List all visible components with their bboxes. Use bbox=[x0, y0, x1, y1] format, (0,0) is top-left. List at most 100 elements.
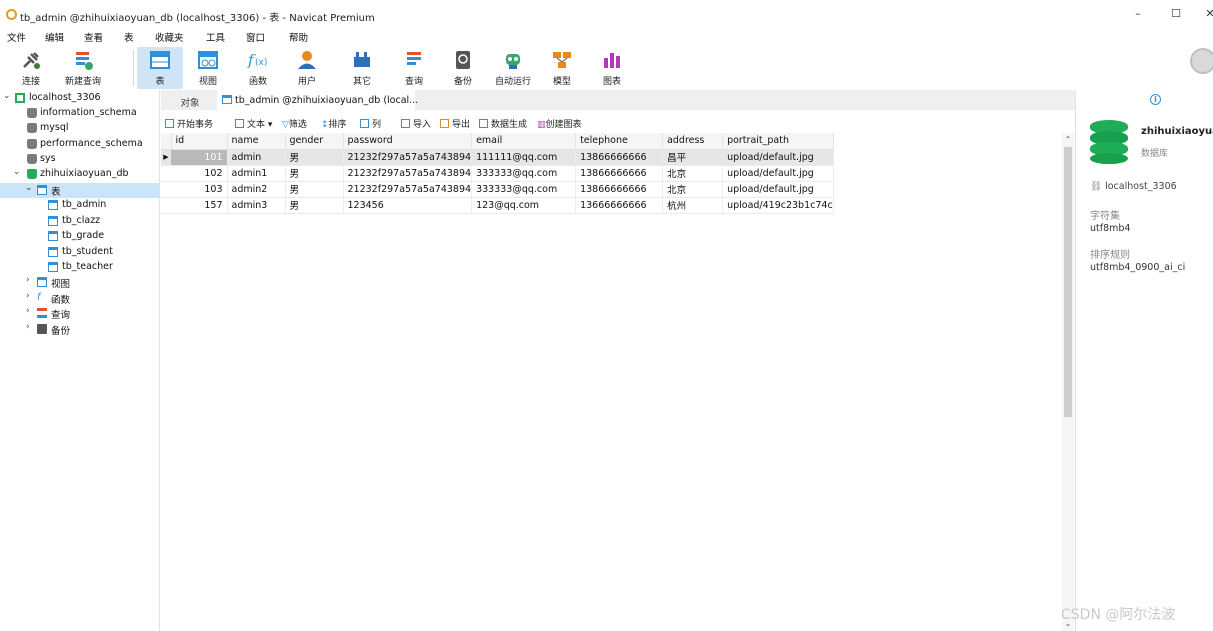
export-button[interactable]: 导出 bbox=[440, 117, 470, 130]
menu-window[interactable]: 窗口 bbox=[246, 30, 265, 44]
tree-queries-node[interactable]: › 查询 bbox=[0, 306, 160, 321]
columns-button[interactable]: 列 bbox=[360, 117, 381, 130]
table-cell[interactable]: upload/default.jpg bbox=[722, 181, 834, 198]
tree-table[interactable]: tb_student bbox=[0, 245, 160, 260]
sort-button[interactable]: ↕排序 bbox=[321, 117, 347, 130]
tree-database[interactable]: sys bbox=[0, 152, 160, 167]
info-icon[interactable]: i bbox=[1150, 94, 1161, 105]
import-button[interactable]: 导入 bbox=[401, 117, 431, 130]
menu-edit[interactable]: 编辑 bbox=[45, 30, 64, 44]
table-row[interactable]: 102 admin1 男 21232f297a57a5a743894 33333… bbox=[161, 165, 834, 182]
table-cell[interactable]: 13666666666 bbox=[575, 197, 664, 214]
tree-views-node[interactable]: › 视图 bbox=[0, 275, 160, 290]
tree-table[interactable]: tb_admin bbox=[0, 198, 160, 213]
column-header[interactable]: address bbox=[662, 133, 724, 150]
table-cell[interactable]: 333333@qq.com bbox=[471, 165, 577, 182]
chevron-right-icon[interactable]: › bbox=[26, 275, 30, 285]
table-cell[interactable]: 男 bbox=[285, 149, 344, 166]
tree-tables-node[interactable]: ⌄ 表 bbox=[0, 183, 160, 198]
create-chart-button[interactable]: ▥创建图表 bbox=[537, 117, 582, 130]
table-cell[interactable]: upload/default.jpg bbox=[722, 149, 834, 166]
table-cell[interactable]: upload/default.jpg bbox=[722, 165, 834, 182]
function-button[interactable]: f (x) 函数 bbox=[238, 47, 278, 89]
column-header[interactable]: telephone bbox=[575, 133, 664, 150]
tree-backups-node[interactable]: › 备份 bbox=[0, 322, 160, 337]
table-row[interactable]: 103 admin2 男 21232f297a57a5a743894 33333… bbox=[161, 181, 834, 198]
table-cell[interactable]: 157 bbox=[171, 197, 228, 214]
begin-transaction-button[interactable]: 开始事务 bbox=[165, 117, 213, 130]
text-button[interactable]: 文本 ▾ bbox=[235, 117, 272, 130]
menu-view[interactable]: 查看 bbox=[84, 30, 103, 44]
table-cell[interactable]: admin2 bbox=[227, 181, 286, 198]
table-cell[interactable]: 男 bbox=[285, 165, 344, 182]
table-cell[interactable]: 北京 bbox=[662, 165, 724, 182]
chevron-right-icon[interactable]: › bbox=[26, 291, 30, 301]
user-button[interactable]: 用户 bbox=[287, 47, 327, 89]
tab-table-data[interactable]: tb_admin @zhihuixiaoyuan_db (local... bbox=[217, 90, 418, 110]
table-cell[interactable]: 13866666666 bbox=[575, 181, 664, 198]
table-cell[interactable]: admin3 bbox=[227, 197, 286, 214]
table-cell[interactable]: 21232f297a57a5a743894 bbox=[343, 165, 473, 182]
column-header[interactable]: name bbox=[227, 133, 286, 150]
tree-table[interactable]: tb_clazz bbox=[0, 214, 160, 229]
table-row[interactable]: 157 admin3 男 123456 123@qq.com 136666666… bbox=[161, 197, 834, 214]
table-cell[interactable]: admin bbox=[227, 149, 286, 166]
column-header[interactable]: password bbox=[343, 133, 473, 150]
vertical-scrollbar[interactable]: ⌃ ⌄ bbox=[1062, 133, 1074, 631]
table-cell[interactable]: 101 bbox=[171, 149, 228, 166]
tree-database-open[interactable]: ⌄ zhihuixiaoyuan_db bbox=[0, 167, 160, 182]
chevron-down-icon[interactable]: ⌄ bbox=[25, 183, 33, 193]
column-header[interactable]: gender bbox=[285, 133, 344, 150]
tree-table[interactable]: tb_grade bbox=[0, 229, 160, 244]
table-button[interactable]: 表 bbox=[137, 47, 183, 89]
data-generation-button[interactable]: 数据生成 bbox=[479, 117, 527, 130]
scrollbar-thumb[interactable] bbox=[1064, 147, 1072, 417]
table-cell[interactable]: 杭州 bbox=[662, 197, 724, 214]
column-header[interactable]: id bbox=[171, 133, 228, 150]
chevron-right-icon[interactable]: › bbox=[26, 322, 30, 332]
table-cell[interactable]: admin1 bbox=[227, 165, 286, 182]
query-button[interactable]: 查询 bbox=[394, 47, 434, 89]
table-cell[interactable]: 123@qq.com bbox=[471, 197, 577, 214]
view-button[interactable]: 视图 bbox=[188, 47, 228, 89]
menu-table[interactable]: 表 bbox=[124, 30, 134, 44]
table-cell[interactable]: 13866666666 bbox=[575, 149, 664, 166]
tree-connection[interactable]: ⌄ localhost_3306 bbox=[0, 91, 160, 106]
other-button[interactable]: 其它 bbox=[340, 47, 384, 89]
column-header[interactable]: email bbox=[471, 133, 577, 150]
tree-table[interactable]: tb_teacher bbox=[0, 260, 160, 275]
backup-button[interactable]: 备份 bbox=[443, 47, 483, 89]
connect-button[interactable]: 连接 bbox=[12, 47, 50, 89]
table-cell[interactable]: 男 bbox=[285, 181, 344, 198]
tree-database[interactable]: mysql bbox=[0, 121, 160, 136]
automation-button[interactable]: 自动运行 bbox=[490, 47, 536, 89]
filter-button[interactable]: ▽筛选 bbox=[282, 117, 307, 130]
table-cell[interactable]: 103 bbox=[171, 181, 228, 198]
table-cell[interactable]: 333333@qq.com bbox=[471, 181, 577, 198]
scroll-up-icon[interactable]: ⌃ bbox=[1062, 135, 1074, 144]
close-button[interactable]: ✕ bbox=[1200, 6, 1213, 22]
data-grid[interactable]: id name gender password email telephone … bbox=[161, 133, 1061, 631]
tree-functions-node[interactable]: › f 函数 bbox=[0, 291, 160, 306]
menu-help[interactable]: 帮助 bbox=[289, 30, 308, 44]
table-cell[interactable]: 男 bbox=[285, 197, 344, 214]
table-row[interactable]: ▶ 101 admin 男 21232f297a57a5a743894 1111… bbox=[161, 149, 834, 166]
table-cell[interactable]: 102 bbox=[171, 165, 228, 182]
table-cell[interactable]: 111111@qq.com bbox=[471, 149, 577, 166]
chevron-down-icon[interactable]: ⌄ bbox=[3, 91, 11, 101]
table-cell[interactable]: 123456 bbox=[343, 197, 473, 214]
table-cell[interactable]: 北京 bbox=[662, 181, 724, 198]
new-query-button[interactable]: 新建查询 bbox=[58, 47, 108, 89]
tree-database[interactable]: performance_schema bbox=[0, 137, 160, 152]
tree-database[interactable]: information_schema bbox=[0, 106, 160, 121]
tab-objects[interactable]: 对象 bbox=[165, 90, 215, 110]
minimize-button[interactable]: – bbox=[1128, 6, 1148, 22]
table-cell[interactable]: 21232f297a57a5a743894 bbox=[343, 181, 473, 198]
menu-tools[interactable]: 工具 bbox=[206, 30, 225, 44]
chevron-down-icon[interactable]: ⌄ bbox=[13, 167, 21, 177]
table-cell[interactable]: 21232f297a57a5a743894 bbox=[343, 149, 473, 166]
menu-file[interactable]: 文件 bbox=[7, 30, 26, 44]
column-header[interactable]: portrait_path bbox=[722, 133, 834, 150]
table-cell[interactable]: 昌平 bbox=[662, 149, 724, 166]
table-cell[interactable]: 13866666666 bbox=[575, 165, 664, 182]
